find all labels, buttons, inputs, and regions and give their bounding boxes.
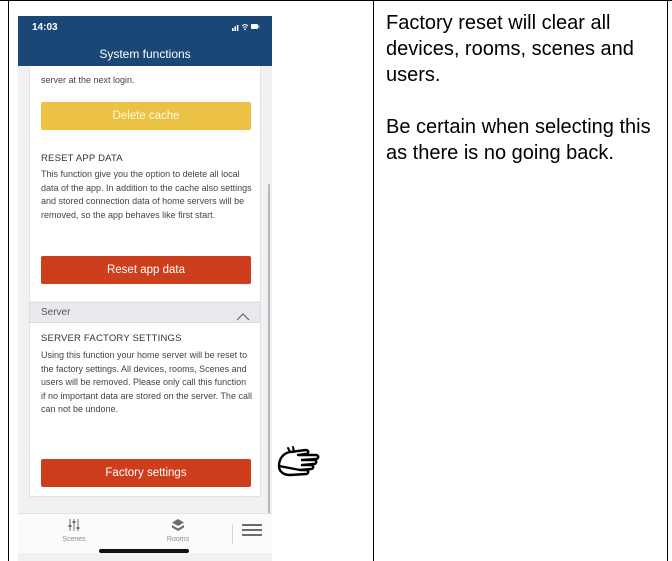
tab-rooms[interactable]: Rooms [148, 518, 208, 543]
server-factory-description: Using this function your home server wil… [41, 350, 252, 414]
pointing-hand-icon [276, 444, 326, 486]
tab-bar: Scenes Rooms [18, 513, 272, 553]
scrollbar[interactable] [268, 184, 270, 514]
server-section-label: Server [41, 307, 71, 318]
tab-divider [232, 524, 233, 544]
server-section-header[interactable]: Server [29, 302, 261, 323]
tab-scenes-label: Scenes [62, 536, 86, 543]
document-frame: 14:03 System functions server at the nex… [0, 0, 672, 561]
delete-cache-button[interactable]: Delete cache [41, 102, 251, 130]
table-border-left [8, 0, 9, 561]
rooms-icon [148, 518, 208, 536]
annotation-paragraph-1: Factory reset will clear all devices, ro… [386, 12, 634, 86]
server-factory-heading: SERVER FACTORY SETTINGS [41, 333, 182, 344]
server-factory-card: SERVER FACTORY SETTINGS Using this funct… [29, 323, 261, 497]
reset-app-card: RESET APP DATA This function give you th… [29, 134, 261, 301]
annotation-paragraph-2: Be certain when selecting this as there … [386, 116, 651, 164]
table-border-middle [373, 0, 374, 561]
status-bar: 14:03 [18, 16, 272, 42]
table-border-top [0, 0, 672, 1]
reset-app-description: This function give you the option to del… [41, 169, 252, 220]
reset-app-heading: RESET APP DATA [41, 153, 123, 164]
hamburger-icon[interactable] [242, 524, 262, 542]
reset-app-data-button[interactable]: Reset app data [41, 256, 251, 284]
page-title: System functions [18, 42, 272, 66]
cache-card: server at the next login. Delete cache [29, 66, 261, 134]
phone-screenshot: 14:03 System functions server at the nex… [18, 16, 272, 561]
sliders-icon [44, 518, 104, 536]
annotation-text: Factory reset will clear all devices, ro… [386, 10, 656, 192]
tab-rooms-label: Rooms [166, 536, 190, 543]
factory-settings-button[interactable]: Factory settings [41, 459, 251, 487]
signal-wifi-battery-icon [232, 22, 260, 33]
table-border-right [667, 0, 668, 561]
tab-scenes[interactable]: Scenes [44, 518, 104, 543]
cache-description-tail: server at the next login. [41, 75, 135, 85]
home-indicator[interactable] [99, 549, 189, 553]
status-time: 14:03 [32, 22, 58, 33]
